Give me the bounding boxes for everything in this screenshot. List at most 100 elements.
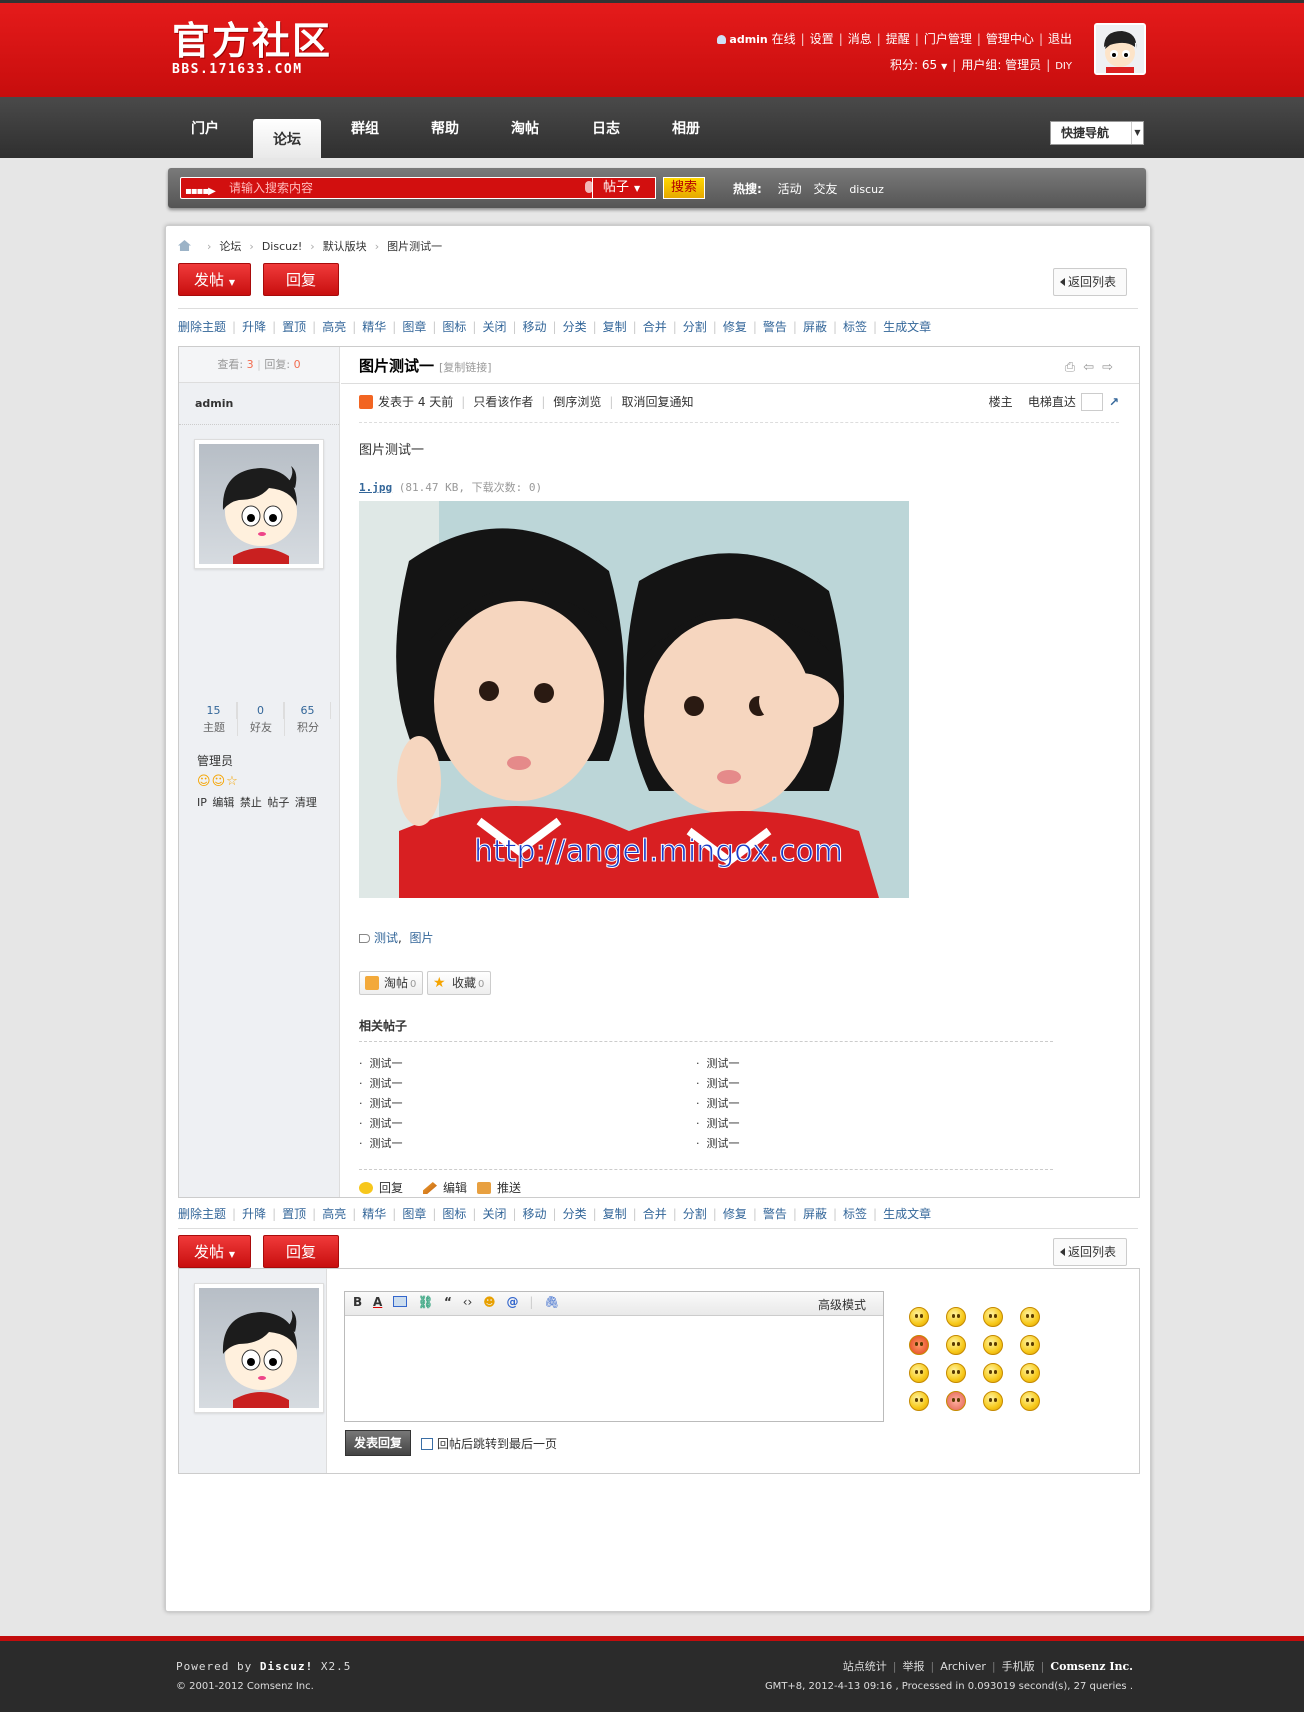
mod-action-link[interactable]: 图章 — [402, 1207, 426, 1221]
footer-mobile-link[interactable]: 手机版 — [1002, 1660, 1035, 1673]
home-icon[interactable] — [178, 240, 191, 251]
author-avatar[interactable] — [194, 439, 324, 569]
notices-link[interactable]: 提醒 — [886, 25, 910, 53]
jump-go-icon[interactable]: ↗ — [1109, 395, 1119, 409]
related-thread-link[interactable]: 测试一 — [696, 1055, 740, 1071]
credits-menu[interactable]: 积分: 65 — [890, 51, 937, 79]
print-icon[interactable]: ⎙ — [1065, 360, 1083, 375]
angry-smiley-icon[interactable] — [909, 1335, 929, 1355]
post-reply-action[interactable]: 回复 — [359, 1179, 403, 1196]
mod-action-link[interactable]: 升降 — [242, 320, 266, 334]
mod-action-link[interactable]: 分割 — [683, 1207, 707, 1221]
mod-action-link[interactable]: 升降 — [242, 1207, 266, 1221]
mod-action-link[interactable]: 删除主题 — [178, 320, 226, 334]
mod-action-link[interactable]: 置顶 — [282, 1207, 306, 1221]
smiley-icon[interactable]: ☻ — [483, 1295, 496, 1309]
attachment-image[interactable]: http://angel.mingox.com — [359, 501, 909, 898]
search-input[interactable]: ▪▪▪▪▶ 请输入搜索内容 — [180, 177, 600, 199]
hot-search-item[interactable]: 交友 — [813, 182, 837, 196]
attachment-link[interactable]: 1.jpg — [359, 481, 392, 494]
mod-action-link[interactable]: 图标 — [442, 320, 466, 334]
author-name[interactable]: admin — [179, 383, 339, 425]
advanced-mode-link[interactable]: 高级模式 — [818, 1296, 866, 1313]
footer-stats-link[interactable]: 站点统计 — [843, 1660, 887, 1673]
smiley-icon[interactable] — [1020, 1307, 1040, 1327]
mod-action-link[interactable]: 移动 — [523, 1207, 547, 1221]
related-thread-link[interactable]: 测试一 — [359, 1135, 403, 1151]
mod-action-link[interactable]: 合并 — [643, 320, 667, 334]
username-link[interactable]: admin — [729, 33, 767, 46]
floor-jump-input[interactable] — [1080, 393, 1103, 411]
site-logo[interactable]: 官方社区 BBS.171633.COM — [172, 21, 332, 78]
nav-album[interactable]: 相册 — [672, 118, 700, 138]
related-thread-link[interactable]: 测试一 — [696, 1075, 740, 1091]
breadcrumb-board[interactable]: 默认版块 — [323, 240, 367, 253]
mod-action-link[interactable]: 删除主题 — [178, 1207, 226, 1221]
smiley-icon[interactable] — [909, 1307, 929, 1327]
smiley-icon[interactable] — [1020, 1335, 1040, 1355]
smiley-icon[interactable] — [946, 1307, 966, 1327]
settings-link[interactable]: 设置 — [810, 25, 834, 53]
mod-action-link[interactable]: 屏蔽 — [803, 1207, 827, 1221]
smiley-icon[interactable] — [1020, 1363, 1040, 1383]
new-post-button[interactable]: 发帖 ▼ — [178, 263, 251, 296]
related-thread-link[interactable]: 测试一 — [359, 1095, 403, 1111]
search-button[interactable]: 搜索 — [663, 177, 705, 199]
related-thread-link[interactable]: 测试一 — [359, 1055, 403, 1071]
quick-nav-button[interactable]: 快捷导航 ▼ — [1050, 121, 1144, 145]
mod-action-link[interactable]: 复制 — [603, 320, 627, 334]
mod-action-link[interactable]: 分类 — [563, 320, 587, 334]
mod-action-link[interactable]: 高亮 — [322, 1207, 346, 1221]
bold-icon[interactable]: B — [353, 1295, 362, 1309]
nav-help[interactable]: 帮助 — [431, 118, 459, 138]
jump-last-page-option[interactable]: 回帖后跳转到最后一页 — [421, 1435, 557, 1452]
smiley-icon[interactable] — [983, 1335, 1003, 1355]
mod-action-link[interactable]: 标签 — [843, 320, 867, 334]
portal-manage-link[interactable]: 门户管理 — [924, 25, 972, 53]
next-thread-icon[interactable]: ⇨ — [1102, 360, 1121, 375]
admin-user-links[interactable]: IP 编辑 禁止 帖子 清理 — [197, 794, 317, 810]
related-thread-link[interactable]: 测试一 — [359, 1075, 403, 1091]
breadcrumb-thread[interactable]: 图片测试一 — [387, 240, 442, 253]
mod-action-link[interactable]: 高亮 — [322, 320, 346, 334]
submit-reply-button[interactable]: 发表回复 — [345, 1430, 411, 1456]
mod-action-link[interactable]: 合并 — [643, 1207, 667, 1221]
taotie-button[interactable]: 淘帖 0 — [359, 971, 424, 995]
mod-action-link[interactable]: 精华 — [362, 1207, 386, 1221]
mod-action-link[interactable]: 警告 — [763, 1207, 787, 1221]
back-to-list-button[interactable]: 返回列表 — [1053, 268, 1128, 296]
font-color-icon[interactable]: A — [373, 1295, 382, 1309]
footer-company-link[interactable]: Comsenz Inc. — [1050, 1660, 1133, 1673]
mod-action-link[interactable]: 精华 — [362, 320, 386, 334]
tag-link[interactable]: 测试 — [374, 931, 398, 945]
smiley-icon[interactable] — [946, 1363, 966, 1383]
cancel-notify-link[interactable]: 取消回复通知 — [621, 395, 693, 409]
nav-collection[interactable]: 淘帖 — [511, 118, 539, 138]
smiley-icon[interactable] — [909, 1391, 929, 1411]
smiley-icon[interactable] — [946, 1391, 966, 1411]
mod-action-link[interactable]: 关闭 — [482, 1207, 506, 1221]
mod-action-link[interactable]: 复制 — [603, 1207, 627, 1221]
smiley-icon[interactable] — [946, 1335, 966, 1355]
at-icon[interactable]: @ — [507, 1295, 519, 1309]
new-post-button-bottom[interactable]: 发帖 ▼ — [178, 1235, 251, 1268]
prev-thread-icon[interactable]: ⇦ — [1083, 360, 1102, 375]
mod-action-link[interactable]: 生成文章 — [883, 1207, 931, 1221]
code-icon[interactable]: ‹› — [463, 1295, 473, 1309]
mod-action-link[interactable]: 关闭 — [482, 320, 506, 334]
mod-action-link[interactable]: 修复 — [723, 320, 747, 334]
related-thread-link[interactable]: 测试一 — [696, 1135, 740, 1151]
diy-link[interactable]: DIY — [1055, 53, 1072, 81]
usergroup-label[interactable]: 用户组: 管理员 — [961, 51, 1041, 79]
search-type-select[interactable]: 帖子 ▼ — [592, 177, 656, 199]
mod-action-link[interactable]: 生成文章 — [883, 320, 931, 334]
author-stat-friends[interactable]: 0 好友 — [238, 702, 285, 736]
image-icon[interactable] — [393, 1296, 408, 1307]
quote-icon[interactable]: “ — [444, 1295, 452, 1309]
nav-group[interactable]: 群组 — [351, 118, 379, 138]
favorite-button[interactable]: ★ 收藏 0 — [427, 971, 492, 995]
mod-action-link[interactable]: 警告 — [763, 320, 787, 334]
mod-action-link[interactable]: 分类 — [563, 1207, 587, 1221]
breadcrumb-forum[interactable]: 论坛 — [219, 240, 241, 253]
attachment-icon[interactable]: 🖇 — [544, 1295, 559, 1309]
